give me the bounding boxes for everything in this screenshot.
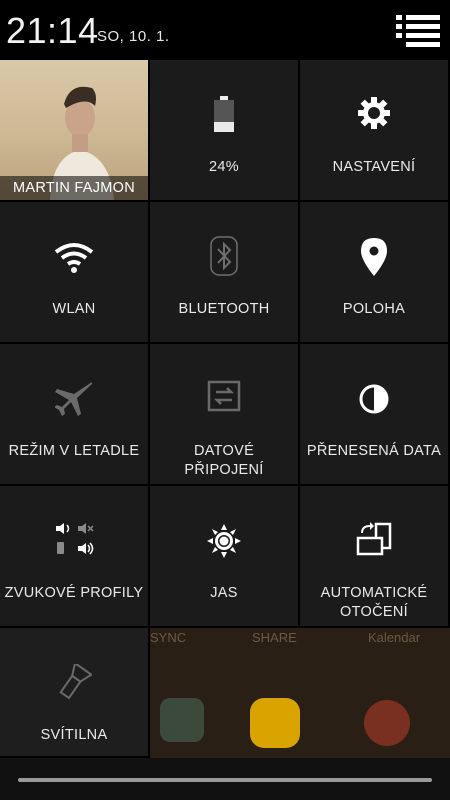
list-menu-icon[interactable] xyxy=(396,12,442,48)
gear-icon xyxy=(357,96,391,135)
wallpaper-text-calendar: Kalendar xyxy=(368,630,421,645)
app-icon xyxy=(160,698,204,742)
wallpaper-text-share: SHARE xyxy=(252,630,297,645)
auto-rotate-icon xyxy=(356,522,392,561)
sound-profiles-icon xyxy=(54,522,94,561)
flashlight-label: SVÍTILNA xyxy=(40,727,108,743)
auto-rotate-label: AUTOMATICKÉ OTOČENÍ xyxy=(300,584,448,622)
bluetooth-tile[interactable]: BLUETOOTH xyxy=(150,202,300,344)
auto-rotate-label-line1: AUTOMATICKÉ xyxy=(320,585,428,601)
data-usage-tile[interactable]: PŘENESENÁ DATA xyxy=(300,344,450,486)
status-bar: 21:14 SO, 10. 1. xyxy=(0,0,450,60)
drag-handle-area[interactable] xyxy=(0,758,450,800)
date-label: SO, 10. 1. xyxy=(97,28,170,45)
wlan-tile[interactable]: WLAN xyxy=(0,202,150,344)
sound-profiles-label: ZVUKOVÉ PROFILY xyxy=(4,585,144,601)
brightness-label: JAS xyxy=(210,585,238,601)
location-tile[interactable]: POLOHA xyxy=(300,202,450,344)
mobile-data-tile[interactable]: DATOVÉ PŘIPOJENÍ xyxy=(150,344,300,486)
airplane-icon xyxy=(54,380,93,423)
battery-icon xyxy=(212,96,236,137)
battery-tile[interactable]: 24% xyxy=(150,60,300,202)
auto-rotate-tile[interactable]: AUTOMATICKÉ OTOČENÍ xyxy=(300,486,450,628)
chrome-icon xyxy=(364,700,410,746)
mobile-data-label-line1: DATOVÉ xyxy=(193,443,255,459)
battery-label: 24% xyxy=(209,159,239,175)
brightness-icon xyxy=(207,524,241,563)
settings-label: NASTAVENÍ xyxy=(332,159,416,175)
location-label: POLOHA xyxy=(342,301,406,317)
data-usage-icon xyxy=(359,384,389,419)
mobile-data-label-line2: PŘIPOJENÍ xyxy=(184,462,264,478)
wifi-icon xyxy=(54,242,94,279)
flashlight-tile[interactable]: SVÍTILNA xyxy=(0,628,150,758)
messages-icon xyxy=(250,698,300,748)
location-pin-icon xyxy=(361,238,387,281)
settings-tile[interactable]: NASTAVENÍ xyxy=(300,60,450,202)
data-usage-label: PŘENESENÁ DATA xyxy=(306,443,442,459)
clock: 21:14 xyxy=(6,10,99,51)
airplane-mode-tile[interactable]: REŽIM V LETADLE xyxy=(0,344,150,486)
drag-handle[interactable] xyxy=(18,778,432,782)
mobile-data-label: DATOVÉ PŘIPOJENÍ xyxy=(150,442,298,480)
auto-rotate-label-line2: OTOČENÍ xyxy=(340,604,408,620)
wallpaper-text-sync: SYNC xyxy=(150,630,187,645)
wallpaper-preview: SYNC SHARE Kalendar xyxy=(150,628,450,758)
brightness-tile[interactable]: JAS xyxy=(150,486,300,628)
profile-tile[interactable]: MARTIN FAJMON xyxy=(0,60,150,202)
mobile-data-icon xyxy=(207,380,241,417)
flashlight-icon xyxy=(56,661,94,705)
airplane-mode-label: REŽIM V LETADLE xyxy=(8,443,140,459)
wlan-label: WLAN xyxy=(52,301,96,317)
bluetooth-icon xyxy=(210,236,238,281)
profile-name: MARTIN FAJMON xyxy=(0,176,148,200)
sound-profiles-tile[interactable]: ZVUKOVÉ PROFILY xyxy=(0,486,150,628)
bluetooth-label: BLUETOOTH xyxy=(178,301,270,317)
